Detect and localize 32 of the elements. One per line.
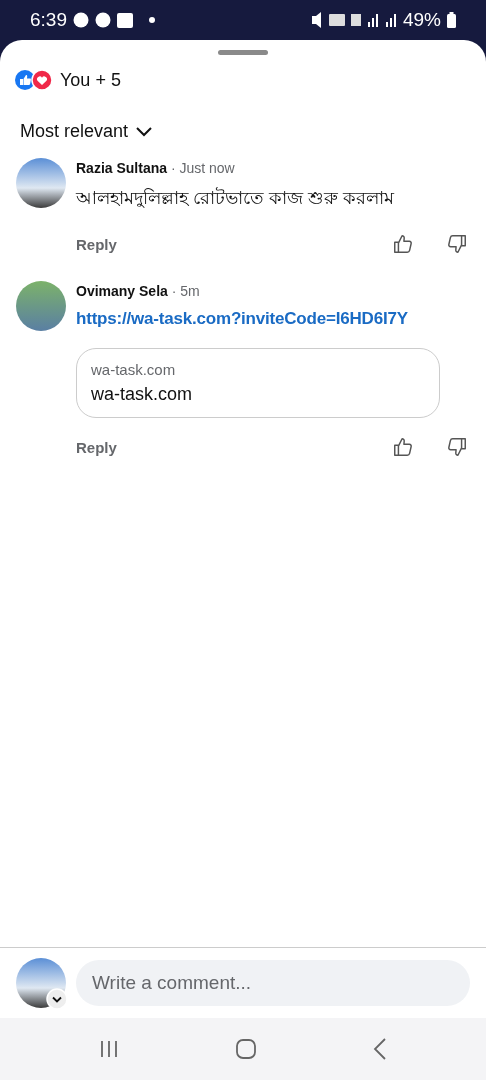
mute-icon [310,12,323,28]
image-icon [117,12,133,28]
comment-input-field[interactable]: Write a comment... [76,960,470,1006]
battery-percentage: 49% [402,9,441,31]
comment-text: আলহামদুলিল্লাহ রোটভাতে কাজ শুরু করলাম [76,186,396,210]
drag-handle[interactable] [218,50,268,55]
home-icon[interactable] [236,1039,256,1059]
avatar-photo-placeholder[interactable] [16,281,66,331]
comment-author-time: Ovimany Sela · 5m [76,282,201,299]
reaction-icons[interactable] [14,69,54,91]
comment-author-time: Razia Sultana · Just now [76,159,236,176]
recent-apps-icon[interactable] [98,1039,119,1059]
preview-domain: wa-task.com [91,361,177,378]
avatar-photo-placeholder[interactable] [16,158,66,208]
dislike-icon[interactable] [446,436,468,458]
sort-dropdown[interactable]: Most relevant [20,121,153,142]
reply-link[interactable]: Reply [76,235,117,253]
battery-icon [447,12,456,28]
reaction-summary: You + 5 [60,69,121,91]
reply-link[interactable]: Reply [76,438,117,456]
signal-icon [384,13,397,27]
link-preview-card[interactable]: wa-task.com wa-task.com [76,348,440,418]
chevron-down-icon[interactable] [136,126,153,137]
like-icon[interactable] [392,233,414,255]
signal-icon [366,13,379,27]
dislike-icon[interactable] [446,233,468,255]
back-icon[interactable] [373,1038,388,1060]
clock-time: 6:39 [30,9,67,31]
preview-title: wa-task.com [91,384,194,405]
comment-link[interactable]: https://wa-task.com?inviteCode=I6HD6I7Y [76,309,408,329]
dot-icon [149,17,155,23]
like-icon[interactable] [392,436,414,458]
